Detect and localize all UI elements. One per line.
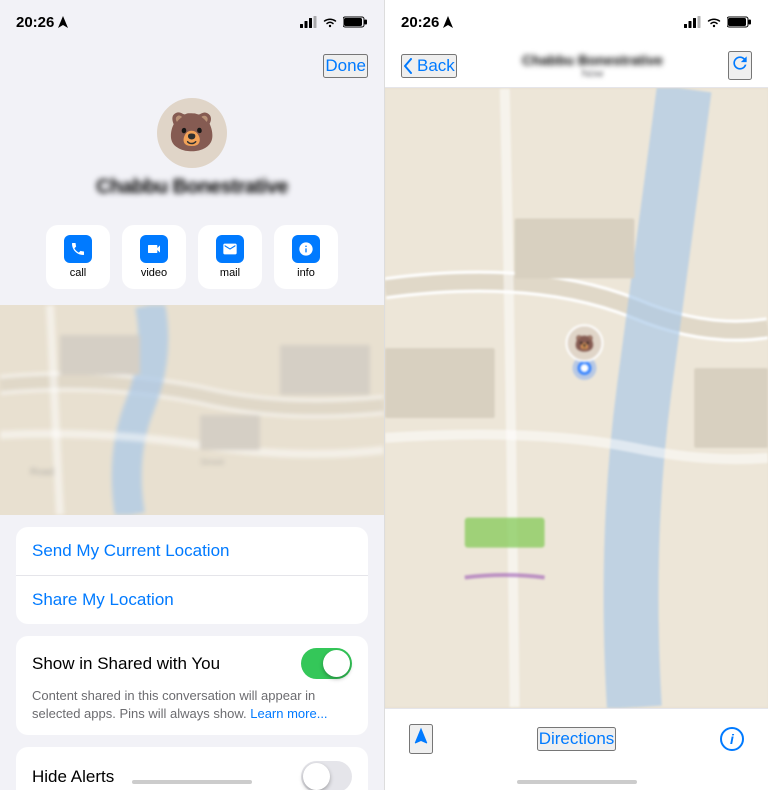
learn-more-link[interactable]: Learn more...	[250, 706, 327, 721]
right-nav-bar: Back Chabbu Bonestrative Now	[385, 44, 768, 88]
shared-label: Show in Shared with You	[32, 654, 220, 674]
avatar: 🐻	[157, 98, 227, 168]
right-nav-title: Chabbu Bonestrative	[522, 52, 663, 68]
done-button[interactable]: Done	[323, 54, 368, 78]
contact-name: Chabbu Bonestrative	[96, 176, 288, 199]
location-arrow-button[interactable]	[409, 724, 433, 754]
hide-alerts-toggle-thumb	[303, 763, 330, 790]
shared-toggle[interactable]	[301, 648, 352, 679]
right-status-icons	[684, 16, 752, 28]
info-button[interactable]: info	[274, 225, 338, 289]
call-icon	[64, 235, 92, 263]
svg-text:Street: Street	[200, 457, 225, 467]
contact-header: 🐻 Chabbu Bonestrative	[0, 88, 384, 215]
left-status-bar: 20:26	[0, 0, 384, 44]
home-indicator-left	[132, 780, 252, 784]
right-nav-subtitle: Now	[581, 68, 603, 80]
info-circle-button[interactable]: i	[720, 727, 744, 751]
video-button[interactable]: video	[122, 225, 186, 289]
shared-section: Show in Shared with You Content shared i…	[16, 636, 368, 735]
send-location-item[interactable]: Send My Current Location	[16, 527, 368, 576]
video-label: video	[141, 267, 167, 279]
svg-text:🐻: 🐻	[575, 334, 595, 353]
map-svg: Road Street	[0, 305, 384, 515]
call-label: call	[70, 267, 87, 279]
right-map: 🐻	[385, 88, 768, 708]
video-icon	[140, 235, 168, 263]
mail-icon	[216, 235, 244, 263]
signal-icon	[300, 16, 317, 28]
right-time: 20:26	[401, 14, 453, 31]
right-bottom-bar: Directions i	[385, 708, 768, 768]
status-icons	[300, 16, 368, 28]
share-location-item[interactable]: Share My Location	[16, 576, 368, 624]
home-indicator-right	[517, 780, 637, 784]
refresh-button[interactable]	[728, 51, 752, 80]
right-signal-icon	[684, 16, 701, 28]
mail-label: mail	[220, 267, 240, 279]
left-time: 20:26	[16, 14, 68, 31]
right-battery-icon	[727, 16, 752, 28]
location-arrow-icon	[411, 726, 431, 746]
info-circle-icon	[292, 235, 320, 263]
shared-description: Content shared in this conversation will…	[32, 687, 352, 723]
back-chevron-icon	[403, 58, 413, 74]
right-nav-center: Chabbu Bonestrative Now	[465, 52, 720, 80]
info-label: info	[297, 267, 315, 279]
action-buttons-row: call video mail info	[0, 215, 384, 305]
hide-alerts-label: Hide Alerts	[32, 767, 114, 787]
mail-button[interactable]: mail	[198, 225, 262, 289]
toggle-thumb	[323, 650, 350, 677]
right-map-svg: 🐻	[385, 88, 768, 708]
right-status-bar: 20:26	[385, 0, 768, 44]
wifi-icon	[322, 16, 338, 28]
svg-text:Road: Road	[30, 467, 54, 478]
right-location-icon	[443, 16, 453, 28]
avatar-emoji: 🐻	[168, 111, 215, 155]
shared-row: Show in Shared with You	[32, 648, 352, 679]
location-icon	[58, 16, 68, 28]
directions-button[interactable]: Directions	[537, 727, 617, 751]
location-list: Send My Current Location Share My Locati…	[16, 527, 368, 624]
left-map: Road Street	[0, 305, 384, 515]
hide-alerts-toggle[interactable]	[301, 761, 352, 790]
refresh-icon	[730, 53, 750, 73]
battery-icon	[343, 16, 368, 28]
left-nav-bar: Done	[0, 44, 384, 88]
back-button[interactable]: Back	[401, 54, 457, 78]
right-wifi-icon	[706, 16, 722, 28]
call-button[interactable]: call	[46, 225, 110, 289]
right-phone-panel: 20:26	[384, 0, 768, 790]
left-phone-panel: 20:26	[0, 0, 384, 790]
